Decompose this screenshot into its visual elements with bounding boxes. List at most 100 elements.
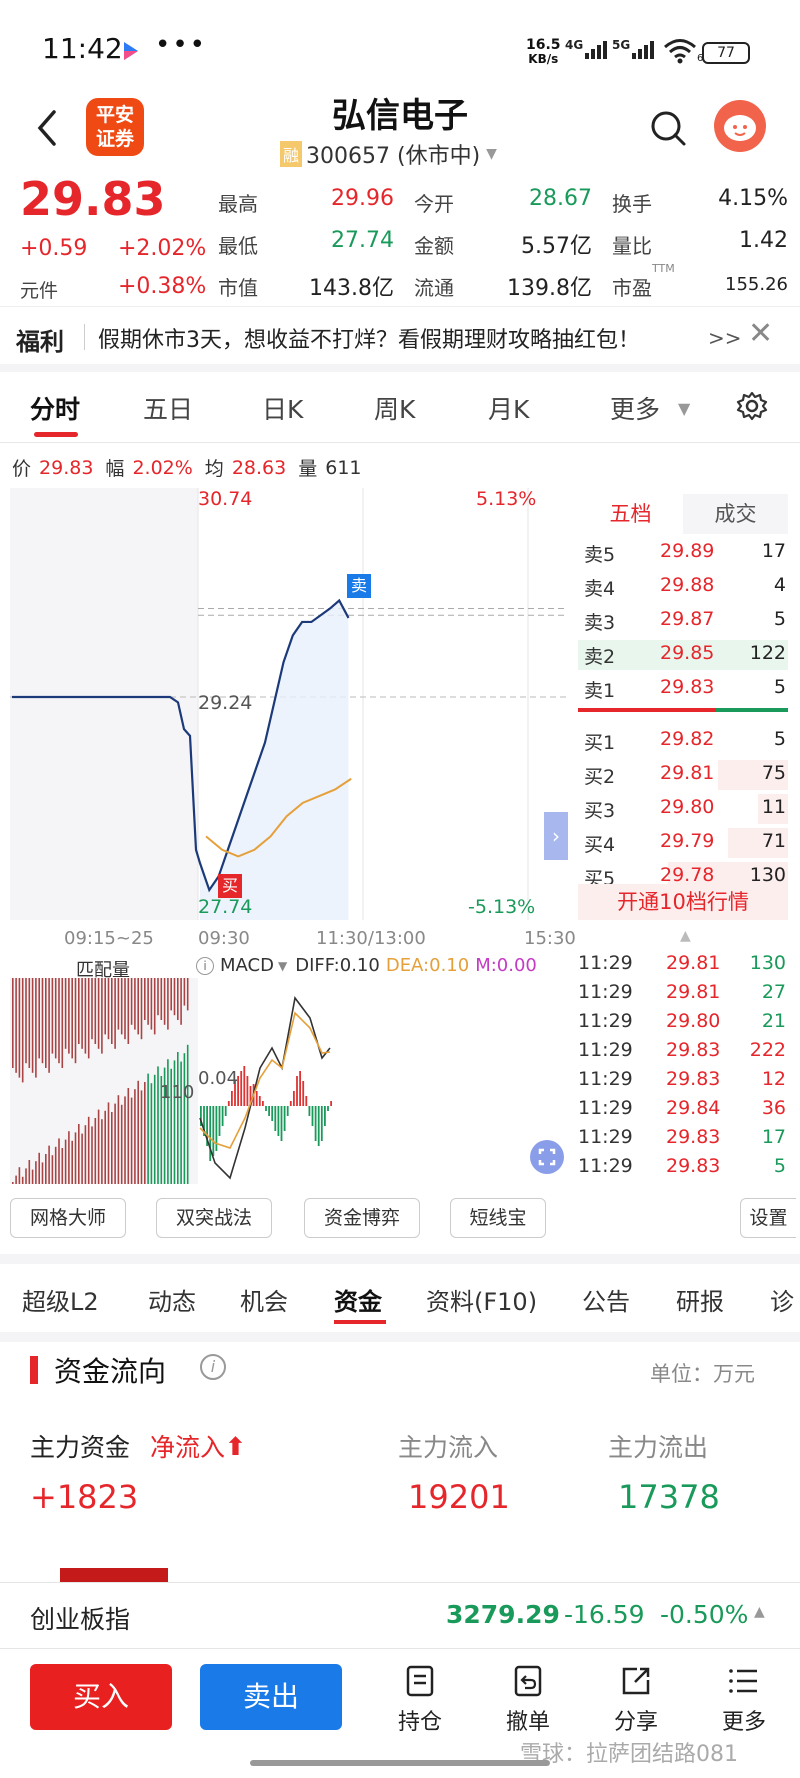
back-arrow-icon[interactable] (32, 108, 62, 148)
tab-five-levels[interactable]: 五档 (578, 494, 683, 534)
cancel-order-button[interactable]: 撤单 (488, 1664, 568, 1736)
match-volume-bar (104, 978, 106, 1035)
tab-f10[interactable]: 资料(F10) (426, 1282, 537, 1317)
match-volume-bar (21, 1176, 24, 1184)
match-volume-bar (153, 1074, 156, 1184)
undo-icon (514, 1665, 542, 1697)
match-volume-bar (177, 1052, 179, 1184)
macd-legend[interactable]: i MACD ▼ DIFF:0.10 DEA:0.10 M:0.00 (196, 955, 537, 976)
last-price: 29.83 (20, 172, 166, 226)
match-volume-bar (58, 978, 60, 1064)
match-volume-bar (25, 978, 27, 1064)
macd-chart[interactable] (10, 978, 566, 1184)
price-change: +0.59 (20, 236, 88, 261)
intraday-price-chart[interactable] (10, 488, 566, 920)
tab-intraday[interactable]: 分时 (30, 390, 80, 426)
match-volume-bar (84, 978, 87, 1054)
orderbook-volume: 4 (773, 574, 786, 596)
net-inflow-label: 净流入 ⬆ (150, 1428, 246, 1464)
tab-more-label: 更多 (610, 395, 661, 424)
more-notifications-icon: ••• (155, 30, 208, 60)
tab-announcements[interactable]: 公告 (582, 1282, 630, 1317)
scroll-up-triangle-icon[interactable]: ▲ (680, 928, 691, 944)
macd-histogram-bar (231, 1091, 233, 1106)
close-icon[interactable]: ✕ (748, 316, 773, 351)
stock-code: 300657 (休市中) (306, 144, 481, 169)
fullscreen-icon[interactable] (530, 1140, 564, 1174)
index-value: 3279.29 (446, 1600, 560, 1629)
tab-news[interactable]: 动态 (148, 1282, 196, 1317)
tab-super-l2[interactable]: 超级L2 (22, 1282, 99, 1317)
tab-trades[interactable]: 成交 (683, 494, 788, 534)
macd-histogram-bar (280, 1106, 283, 1141)
positions-button[interactable]: 持仓 (380, 1664, 460, 1736)
signal-4g-label: 4G (565, 38, 584, 52)
capital-game-button[interactable]: 资金博弈 (304, 1198, 420, 1238)
assistant-avatar-icon[interactable] (714, 100, 766, 152)
match-volume-bar (78, 1124, 80, 1184)
info-icon[interactable]: i (200, 1354, 226, 1380)
match-volume-bar (144, 1082, 146, 1184)
macd-histogram-bar (283, 1106, 286, 1131)
match-volume-bar (48, 1145, 50, 1184)
watermark: 雪球：拉萨团结路081 (520, 1742, 738, 1767)
macd-histogram-bar (314, 1106, 317, 1141)
orderbook-volume: 71 (761, 830, 786, 852)
info-range: 2.02% (132, 456, 193, 479)
cancel-order-label: 撤单 (505, 1710, 550, 1735)
match-volume-bar (38, 1152, 40, 1184)
orderbook-volume: 5 (773, 608, 786, 630)
tick-price: 29.81 (666, 952, 721, 974)
match-volume-bar (134, 1089, 136, 1184)
upgrade-level10-button[interactable]: 开通10档行情 (578, 884, 788, 920)
sell-marker[interactable]: 卖 (347, 574, 371, 598)
orderbook-volume: 11 (761, 796, 786, 818)
share-button[interactable]: 分享 (596, 1664, 676, 1736)
match-volume-bar (25, 1168, 27, 1184)
stock-code-selector[interactable]: 融 300657 (休市中) ▼ (280, 138, 560, 170)
sell-button[interactable]: 卖出 (200, 1664, 342, 1730)
match-volume-bar (124, 978, 126, 1040)
match-volume-bar (45, 978, 47, 1068)
promo-more-arrow[interactable]: >> (708, 326, 742, 350)
more-button[interactable]: 更多 (704, 1664, 784, 1736)
tab-research[interactable]: 研报 (676, 1282, 724, 1317)
tab-more[interactable]: 更多 ▼ (610, 390, 690, 426)
info-vol: 611 (325, 456, 362, 479)
tab-daily-k[interactable]: 日K (262, 390, 303, 426)
match-volume-bar (18, 978, 21, 1078)
match-volume-bar (173, 978, 176, 1016)
grid-master-button[interactable]: 网格大师 (10, 1198, 126, 1238)
tab-weekly-k[interactable]: 周K (374, 390, 415, 426)
orderbook-price: 29.88 (660, 574, 715, 596)
expand-panel-chevron-icon[interactable]: › (544, 812, 568, 860)
buy-marker[interactable]: 买 (218, 874, 242, 898)
promo-title: 福利 (16, 328, 64, 356)
tab-monthly-k[interactable]: 月K (488, 390, 529, 426)
tick-price: 29.83 (666, 1068, 721, 1090)
expand-triangle-icon[interactable]: ▲ (754, 1604, 765, 1620)
promo-text[interactable]: 假期休市3天，想收益不打烊？看假期理财攻略抽红包！ (98, 322, 640, 354)
tab-opportunity[interactable]: 机会 (240, 1282, 288, 1317)
settings-button[interactable]: 设置 (740, 1198, 796, 1238)
macd-histogram-bar (268, 1106, 270, 1116)
tab-diagnosis[interactable]: 诊 (770, 1282, 794, 1317)
tab-capital[interactable]: 资金 (334, 1282, 382, 1317)
short-line-button[interactable]: 短线宝 (450, 1198, 546, 1238)
buy-button[interactable]: 买入 (30, 1664, 172, 1730)
match-volume-bar (38, 978, 40, 1059)
double-break-button[interactable]: 双突战法 (156, 1198, 272, 1238)
home-indicator[interactable] (250, 1760, 550, 1766)
share-label: 分享 (613, 1710, 658, 1735)
search-icon[interactable] (648, 108, 688, 148)
orderbook-volume: 17 (761, 540, 786, 562)
x-label-preopen: 09:15~25 (64, 928, 154, 949)
orderbook-volume: 130 (749, 864, 786, 886)
sector-label[interactable]: 元件 (20, 276, 58, 303)
positions-label: 持仓 (397, 1710, 442, 1735)
unit-label: 单位：万元 (650, 1362, 755, 1386)
match-volume-bar (54, 978, 57, 1059)
gear-icon[interactable] (736, 390, 768, 422)
tick-price: 29.80 (666, 1010, 721, 1032)
tab-five-day[interactable]: 五日 (143, 390, 193, 426)
